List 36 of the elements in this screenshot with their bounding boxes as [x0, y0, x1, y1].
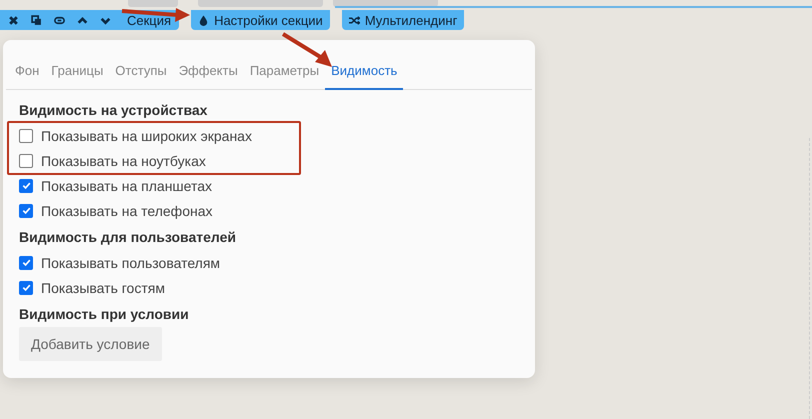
- section-heading: Видимость для пользователей: [19, 228, 237, 247]
- add-condition-button[interactable]: Добавить условие: [19, 327, 162, 361]
- tab[interactable]: Эффекты: [172, 53, 244, 90]
- checkbox-label: Показывать пользователям: [41, 254, 220, 270]
- tab[interactable]: Отступы: [109, 53, 173, 90]
- checkbox-label: Показывать на телефонах: [41, 202, 213, 218]
- checkbox-label: Показывать на ноутбуках: [41, 152, 206, 168]
- checkmark-icon: [20, 257, 32, 268]
- checkbox[interactable]: [19, 256, 33, 270]
- checkbox[interactable]: [19, 204, 33, 218]
- toolbar-strip: [128, 0, 178, 7]
- section-settings-button[interactable]: Настройки секции: [191, 10, 330, 30]
- checkbox-label: Показывать на планшетах: [41, 178, 212, 194]
- tab[interactable]: Параметры: [244, 53, 326, 90]
- checkmark-icon: [20, 282, 32, 293]
- checkmark-icon: [20, 180, 32, 191]
- close-icon[interactable]: [8, 14, 19, 26]
- checkbox-label: Показывать гостям: [41, 280, 165, 296]
- checkmark-icon: [20, 205, 32, 216]
- link-icon[interactable]: [54, 14, 65, 26]
- section-label: Секция: [127, 12, 172, 28]
- annotation-arrow: [282, 32, 332, 67]
- checkbox-label: Показывать на широких экранах: [41, 128, 252, 144]
- chevron-up-icon[interactable]: [77, 14, 88, 26]
- drop-icon: [198, 14, 210, 26]
- section-heading: Видимость при условии: [19, 305, 190, 324]
- checkbox[interactable]: [19, 178, 33, 192]
- section-heading: Видимость на устройствах: [19, 101, 208, 120]
- copy-icon[interactable]: [31, 14, 42, 26]
- multilanding-button[interactable]: Мультилендинг: [342, 10, 464, 30]
- tab[interactable]: Фон: [9, 53, 46, 90]
- shuffle-icon: [348, 14, 360, 26]
- checkbox[interactable]: [19, 280, 33, 294]
- checkbox[interactable]: [19, 128, 33, 142]
- checkbox[interactable]: [19, 154, 33, 168]
- tab[interactable]: Границы: [45, 53, 110, 90]
